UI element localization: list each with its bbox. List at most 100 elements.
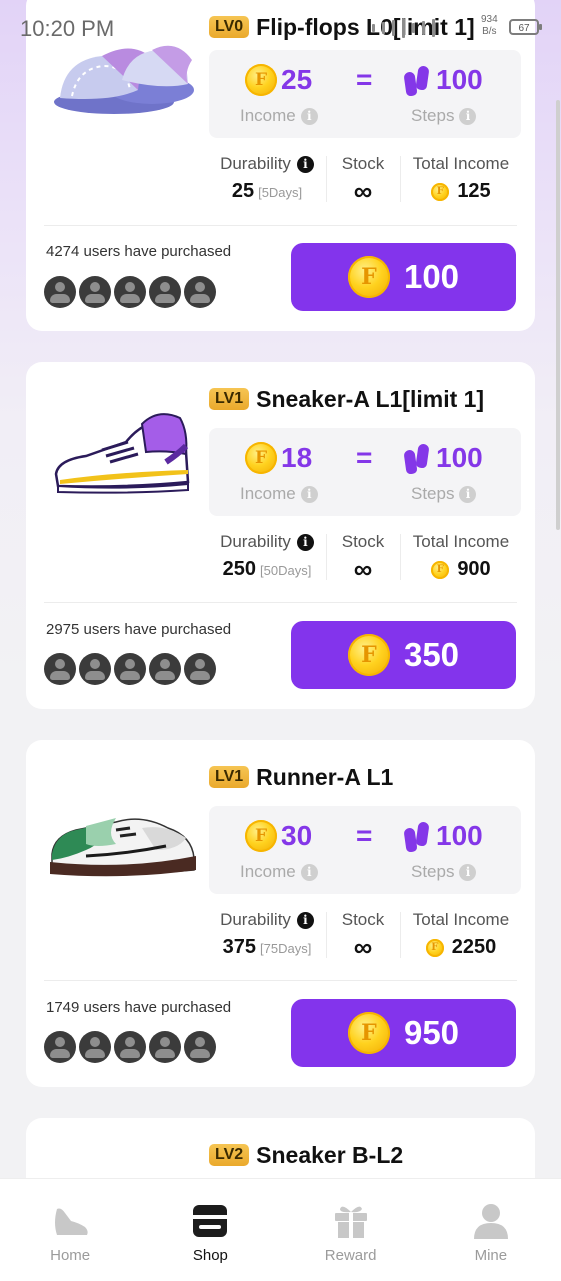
- total-income-value: 125: [457, 180, 491, 202]
- purchase-count: 4274 users have purchased: [46, 243, 232, 260]
- buy-button[interactable]: F 350: [291, 621, 516, 689]
- info-icon[interactable]: i: [296, 533, 314, 551]
- durability-value: 250: [222, 558, 257, 580]
- price-value: 950: [403, 1014, 460, 1051]
- info-icon[interactable]: i: [459, 485, 477, 503]
- income-steps-box: F 18 = 100 Income i Steps i: [209, 428, 521, 516]
- product-name: Runner-A L1: [256, 763, 394, 790]
- info-icon[interactable]: i: [300, 485, 318, 503]
- income-label: Income: [240, 862, 296, 881]
- info-icon[interactable]: i: [300, 107, 318, 125]
- nav-home[interactable]: Home: [0, 1179, 140, 1281]
- avatar: [149, 276, 181, 308]
- steps-label: Steps: [411, 484, 455, 503]
- coin-icon: F: [245, 64, 277, 96]
- level-badge: LV2: [209, 1144, 250, 1166]
- avatar: [44, 653, 76, 685]
- stock-value: ∞: [353, 176, 373, 206]
- buyer-avatars: [44, 276, 216, 308]
- product-title: LV1 Runner-A L1: [209, 762, 393, 792]
- durability-days: [5Days]: [258, 185, 303, 200]
- nav-shop[interactable]: Shop: [140, 1179, 280, 1281]
- stock-label: Stock: [341, 910, 385, 929]
- gift-icon: [334, 1206, 367, 1238]
- total-income-value: 900: [457, 558, 491, 580]
- scrollbar[interactable]: [556, 100, 560, 530]
- equals-sign: =: [356, 64, 373, 95]
- income-value: 30: [281, 820, 313, 851]
- durability-label: Durability: [220, 154, 291, 173]
- buy-button[interactable]: F 100: [291, 243, 516, 311]
- product-name: Sneaker B-L2: [256, 1141, 404, 1168]
- nav-label: Home: [50, 1247, 91, 1264]
- coin-icon: F: [347, 634, 390, 676]
- coin-icon: F: [425, 938, 444, 957]
- steps-value: 100: [436, 64, 483, 95]
- avatar: [114, 653, 146, 685]
- info-icon[interactable]: i: [300, 863, 318, 881]
- sneaker-image: [54, 413, 190, 494]
- battery-icon: 67: [509, 19, 542, 35]
- stock-label: Stock: [341, 154, 385, 173]
- income-label: Income: [240, 106, 296, 125]
- total-income-label: Total Income: [412, 910, 510, 929]
- footprints-icon: [403, 65, 430, 97]
- product-stats: Durability i 250 [50Days] Stock ∞ Total In…: [209, 532, 521, 592]
- nav-mine[interactable]: Mine: [421, 1179, 561, 1281]
- coin-icon: F: [347, 256, 390, 298]
- nav-label: Shop: [192, 1247, 228, 1264]
- shop-icon: [193, 1205, 228, 1237]
- network-speed: 934 B/s: [481, 14, 498, 37]
- footprints-icon: [403, 443, 430, 475]
- price-value: 350: [403, 636, 460, 673]
- product-card: LV1 Runner-A L1 F 30 = 100 Income i Steps i…: [26, 740, 535, 1087]
- user-icon: [473, 1204, 508, 1239]
- info-icon[interactable]: i: [296, 155, 314, 173]
- avatar: [149, 653, 181, 685]
- avatar: [114, 276, 146, 308]
- income-steps-box: F 30 = 100 Income i Steps i: [209, 806, 521, 894]
- buyer-avatars: [44, 1031, 216, 1063]
- level-badge: LV1: [209, 388, 250, 410]
- level-badge: LV1: [209, 766, 250, 788]
- buy-button[interactable]: F 950: [291, 999, 516, 1067]
- coin-icon: F: [431, 182, 450, 201]
- durability-days: [75Days]: [260, 941, 312, 956]
- coin-icon: F: [245, 442, 277, 474]
- nav-label: Reward: [324, 1247, 377, 1264]
- total-income-value: 2250: [451, 936, 497, 958]
- coin-icon: F: [245, 820, 277, 852]
- coin-icon: F: [347, 1012, 390, 1054]
- purchase-count: 2975 users have purchased: [46, 621, 232, 638]
- avatar: [184, 1031, 216, 1063]
- avatar: [79, 653, 111, 685]
- income-value: 25: [281, 64, 313, 95]
- nav-reward[interactable]: Reward: [281, 1179, 421, 1281]
- product-title: LV1 Sneaker-A L1[limit 1]: [209, 384, 484, 414]
- stock-value: ∞: [353, 932, 373, 962]
- avatar: [184, 653, 216, 685]
- info-icon[interactable]: i: [296, 911, 314, 929]
- purchase-count: 1749 users have purchased: [46, 999, 232, 1016]
- durability-label: Durability: [220, 532, 291, 551]
- info-icon[interactable]: i: [459, 863, 477, 881]
- avatar: [79, 276, 111, 308]
- durability-value: 375: [222, 936, 257, 958]
- price-value: 100: [403, 258, 460, 295]
- avatar: [79, 1031, 111, 1063]
- equals-sign: =: [356, 820, 373, 851]
- income-value: 18: [281, 442, 313, 473]
- footprints-icon: [403, 821, 430, 853]
- avatar: [44, 276, 76, 308]
- buyer-avatars: [44, 653, 216, 685]
- avatar: [114, 1031, 146, 1063]
- durability-days: [50Days]: [260, 563, 312, 578]
- status-time: 10:20 PM: [20, 16, 115, 41]
- shoe-icon: [55, 1208, 88, 1235]
- product-stats: Durability i 25 [5Days] Stock ∞ Total Inco…: [209, 154, 521, 214]
- product-title: LV2 Sneaker B-L2: [209, 1140, 403, 1170]
- status-bar: 10:20 PM 934 B/s 67: [0, 0, 561, 58]
- signal-icon: [372, 16, 472, 40]
- info-icon[interactable]: i: [459, 107, 477, 125]
- steps-value: 100: [436, 820, 483, 851]
